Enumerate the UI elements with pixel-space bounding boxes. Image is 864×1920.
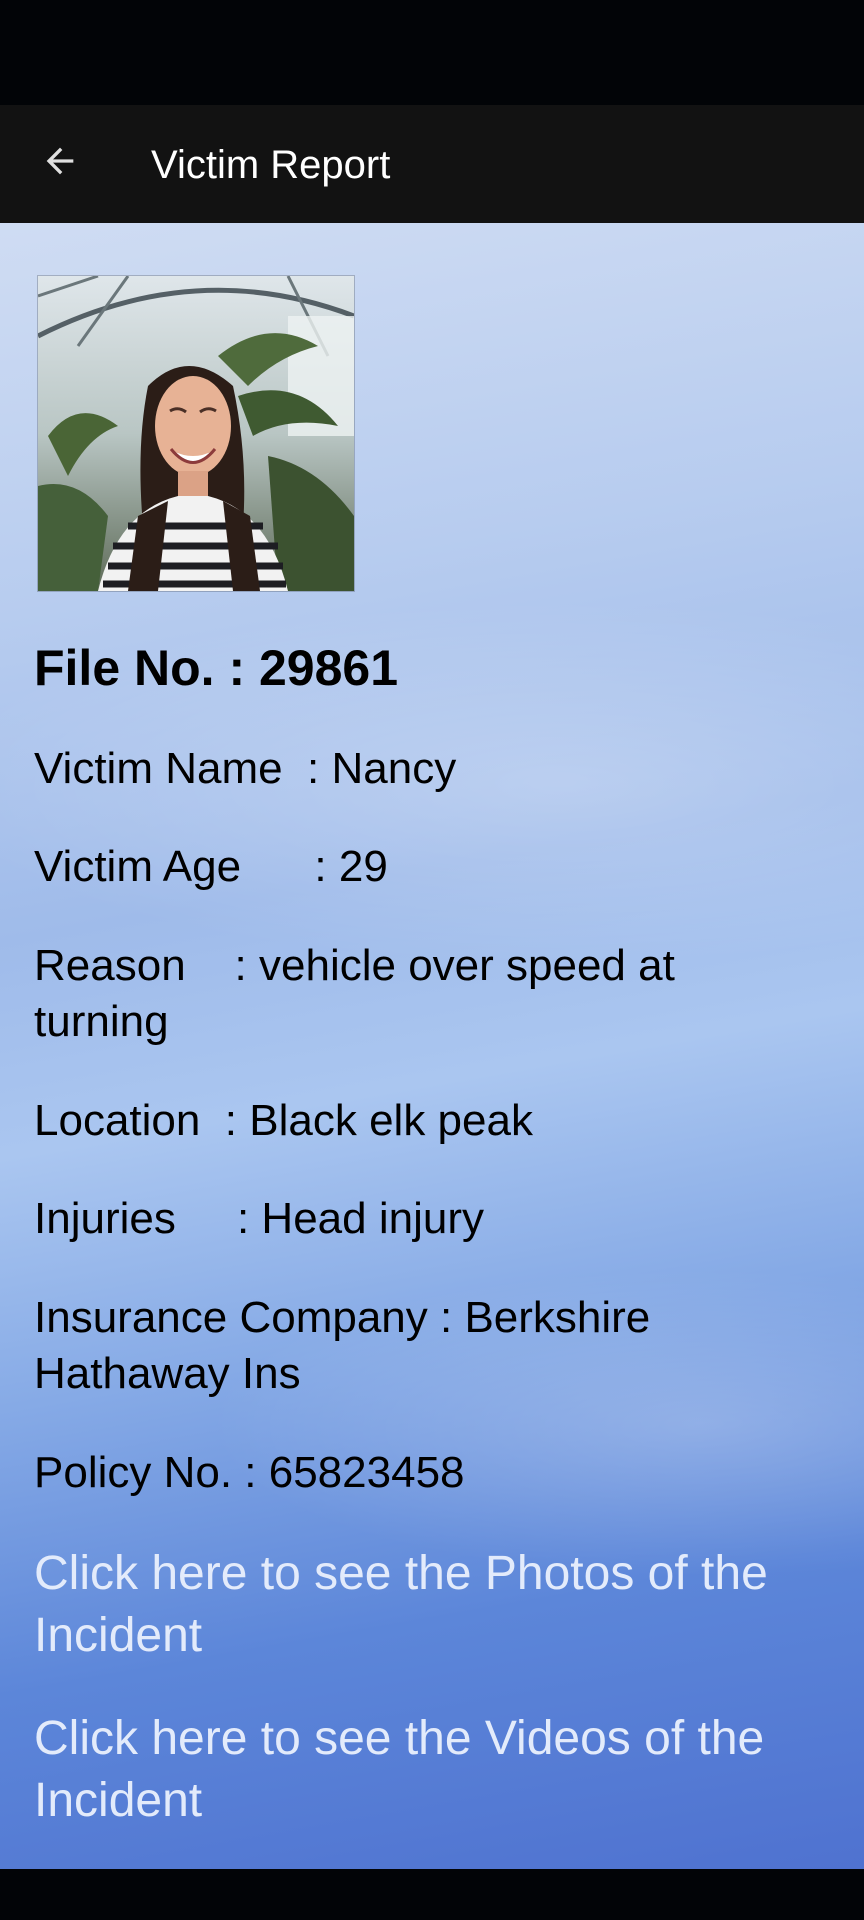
location: Location : Black elk peak [34,1096,533,1145]
status-bar [0,0,864,105]
navigation-bar [0,1869,864,1920]
victim-name: Victim Name : Nancy [34,744,457,793]
app-bar: Victim Report [0,105,864,223]
file-number: File No. : 29861 [34,640,399,696]
videos-link[interactable]: Click here to see the Videos of the Inci… [34,1708,844,1832]
photos-link[interactable]: Click here to see the Photos of the Inci… [34,1543,814,1667]
reason: Reason : vehicle over speed at turning [34,941,688,1046]
page-title: Victim Report [151,143,391,187]
back-button[interactable] [28,129,92,193]
victim-age: Victim Age : 29 [34,842,388,891]
injuries: Injuries : Head injury [34,1194,484,1243]
victim-photo [37,275,355,592]
insurance-company: Insurance Company : Berkshire Hathaway I… [34,1293,663,1398]
policy-number: Policy No. : 65823458 [34,1448,465,1497]
arrow-left-icon [46,147,74,175]
report-content: File No. : 29861 Victim Name : Nancy Vic… [0,223,864,1869]
